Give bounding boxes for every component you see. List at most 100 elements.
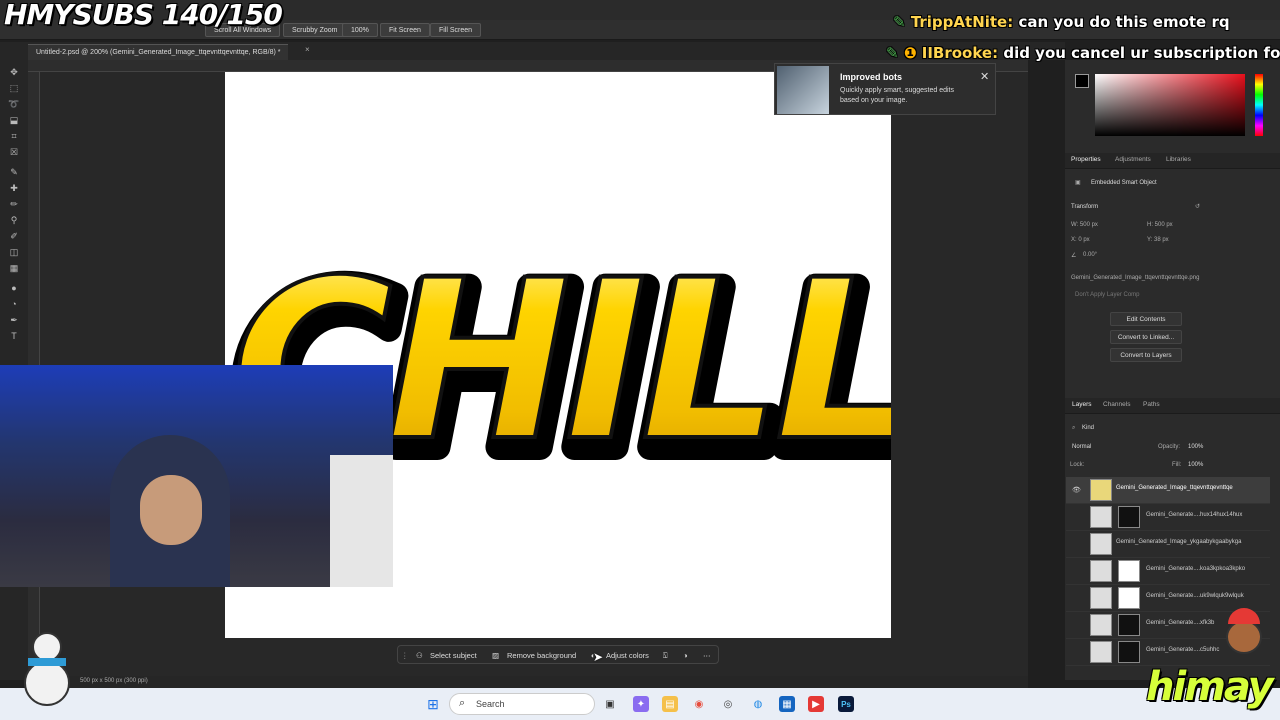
layer-filter-kind[interactable]: Kind	[1082, 425, 1094, 431]
more-icon[interactable]: ⋯	[703, 646, 711, 665]
select-subject-icon: ⚇	[416, 651, 423, 660]
search-icon: ⌕	[459, 697, 466, 709]
foreground-color-swatch[interactable]	[1075, 74, 1089, 88]
layer-name: Gemini_Generate....uk9wlquk9wlquk	[1146, 593, 1244, 599]
remove-background-button[interactable]: Remove background	[507, 646, 576, 665]
layer-name: Gemini_Generate....koa3kpkoa3kpko	[1146, 566, 1246, 572]
x-field[interactable]: X: 0 px	[1071, 237, 1090, 243]
drag-handle-icon[interactable]: ⋮	[401, 646, 409, 665]
store-icon[interactable]: ▦	[779, 696, 795, 712]
chat-badge-icon: ✎	[886, 44, 899, 62]
chrome-icon[interactable]: ◉	[691, 696, 707, 712]
convert-to-layers-button[interactable]: Convert to Layers	[1110, 348, 1182, 362]
move-tool-icon[interactable]: ✥	[7, 66, 21, 78]
transform-heading: Transform	[1071, 204, 1099, 210]
object-select-icon[interactable]: ⬓	[7, 114, 21, 126]
angle-icon: ∠	[1071, 253, 1077, 259]
layer-row[interactable]: Gemini_Generate....hux14hux14hux	[1066, 504, 1270, 531]
notification-body: Quickly apply smart, suggested edits bas…	[840, 87, 954, 104]
width-field[interactable]: W: 500 px	[1071, 222, 1098, 228]
improved-bots-notification[interactable]: Improved bots Quickly apply smart, sugge…	[774, 63, 996, 115]
blend-mode-select[interactable]: Normal	[1072, 444, 1091, 450]
blur-tool-icon[interactable]: ●	[7, 282, 21, 294]
windows-start-icon[interactable]: ⊞	[425, 696, 441, 712]
layer-name: Gemini_Generated_Image_ykgaabykgaabykga	[1116, 539, 1242, 545]
tab-paths[interactable]: Paths	[1143, 401, 1160, 408]
tab-layers[interactable]: Layers	[1072, 401, 1092, 408]
layer-row[interactable]: 👁 Gemini_Generated_Image_ttqevnttqevnttq…	[1066, 477, 1270, 504]
layer-mask-thumbnail	[1118, 587, 1140, 609]
visibility-eye-icon[interactable]: 👁	[1072, 486, 1081, 494]
layer-row[interactable]: Gemini_Generated_Image_ykgaabykgaabykga	[1066, 531, 1270, 558]
dodge-tool-icon[interactable]: ◔	[7, 298, 21, 310]
webcam-overlay	[0, 365, 393, 587]
scrubby-zoom-checkbox[interactable]: Scrubby Zoom	[283, 23, 347, 37]
properties-tabs: Properties Adjustments Libraries	[1065, 153, 1280, 169]
select-subject-button[interactable]: Select subject	[430, 646, 477, 665]
layer-row[interactable]: Gemini_Generate....koa3kpkoa3kpko	[1066, 558, 1270, 585]
source-file-name: Gemini_Generated_Image_ttqevnttqevnttqe.…	[1071, 275, 1200, 281]
task-view-icon[interactable]: ▣	[602, 696, 618, 712]
y-field[interactable]: Y: 38 px	[1147, 237, 1169, 243]
mouse-cursor-icon: ➤	[593, 650, 604, 664]
fill-screen-button[interactable]: Fill Screen	[430, 23, 482, 37]
contextual-task-bar: ⋮ ⚇ Select subject ▨ Remove background ◐…	[397, 645, 719, 664]
convert-to-linked-button[interactable]: Convert to Linked...	[1110, 330, 1182, 344]
layer-name: Gemini_Generate....c5uhhc	[1146, 647, 1220, 653]
height-field[interactable]: H: 500 px	[1147, 222, 1173, 228]
taskbar-search-box[interactable]: ⌕ Search	[449, 693, 595, 715]
close-icon[interactable]: ✕	[980, 70, 989, 83]
layer-mask-thumbnail	[1118, 614, 1140, 636]
gradient-tool-icon[interactable]: ▦	[7, 262, 21, 274]
tab-adjustments[interactable]: Adjustments	[1115, 156, 1151, 163]
windows-taskbar: ⊞ ⌕ Search ▣ ✦ ▤ ◉ ◎ ◍ ▦ ▶ Ps	[0, 688, 1280, 720]
adjust-colors-button[interactable]: Adjust colors	[606, 646, 649, 665]
copilot-icon[interactable]: ✦	[633, 696, 649, 712]
tab-properties[interactable]: Properties	[1071, 156, 1101, 163]
eyedropper-icon[interactable]: ✎	[7, 166, 21, 178]
fill-label: Fill:	[1172, 462, 1182, 468]
eraser-tool-icon[interactable]: ◫	[7, 246, 21, 258]
document-tab[interactable]: Untitled-2.psd @ 200% (Gemini_Generated_…	[28, 44, 289, 60]
healing-brush-icon[interactable]: ✚	[7, 182, 21, 194]
notification-title: Improved bots	[840, 72, 903, 82]
opacity-field[interactable]: 100%	[1188, 444, 1203, 450]
edge-icon[interactable]: ◍	[750, 696, 766, 712]
zoom-100-button[interactable]: 100%	[342, 23, 378, 37]
tab-channels[interactable]: Channels	[1103, 401, 1130, 408]
marquee-tool-icon[interactable]: ⬚	[7, 82, 21, 94]
fit-screen-button[interactable]: Fit Screen	[380, 23, 430, 37]
contrast-icon[interactable]: ◑	[683, 646, 688, 665]
color-field[interactable]	[1095, 74, 1245, 136]
notification-thumbnail	[777, 66, 829, 114]
lasso-tool-icon[interactable]: ➰	[7, 98, 21, 110]
type-tool-icon[interactable]: T	[7, 330, 21, 342]
clone-stamp-icon[interactable]: ⚲	[7, 214, 21, 226]
frame-tool-icon[interactable]: ☒	[7, 146, 21, 158]
photoshop-icon[interactable]: Ps	[838, 696, 854, 712]
angle-field[interactable]: 0.00°	[1083, 252, 1097, 258]
history-brush-icon[interactable]: ✐	[7, 230, 21, 242]
brush-icon[interactable]: ⍂	[663, 646, 668, 665]
webcam-face	[140, 475, 202, 545]
edit-contents-button[interactable]: Edit Contents	[1110, 312, 1182, 326]
tab-libraries[interactable]: Libraries	[1166, 156, 1191, 163]
file-explorer-icon[interactable]: ▤	[662, 696, 678, 712]
sub-badge-icon: ❶	[903, 44, 917, 62]
layer-comp-select[interactable]: Don't Apply Layer Comp	[1075, 292, 1140, 298]
chat-message: can you do this emote rq	[1018, 13, 1230, 31]
pen-tool-icon[interactable]: ✒	[7, 314, 21, 326]
himay-logo: himay	[1146, 664, 1274, 710]
youtube-icon[interactable]: ▶	[808, 696, 824, 712]
status-bar: 500 px x 500 px (300 ppi)	[40, 676, 1028, 688]
reset-transform-icon[interactable]: ↺	[1195, 203, 1200, 210]
fill-field[interactable]: 100%	[1188, 462, 1203, 468]
crop-tool-icon[interactable]: ⌗	[7, 130, 21, 142]
brush-tool-icon[interactable]: ✏	[7, 198, 21, 210]
smart-object-icon: ▣	[1075, 180, 1081, 186]
chat-line-1: ✎ TrippAtNite: can you do this emote rq	[893, 13, 1230, 31]
obs-icon[interactable]: ◎	[720, 696, 736, 712]
close-tab-icon[interactable]: ×	[305, 45, 310, 54]
snowman-decoration	[18, 628, 78, 716]
hue-slider[interactable]	[1255, 74, 1263, 136]
